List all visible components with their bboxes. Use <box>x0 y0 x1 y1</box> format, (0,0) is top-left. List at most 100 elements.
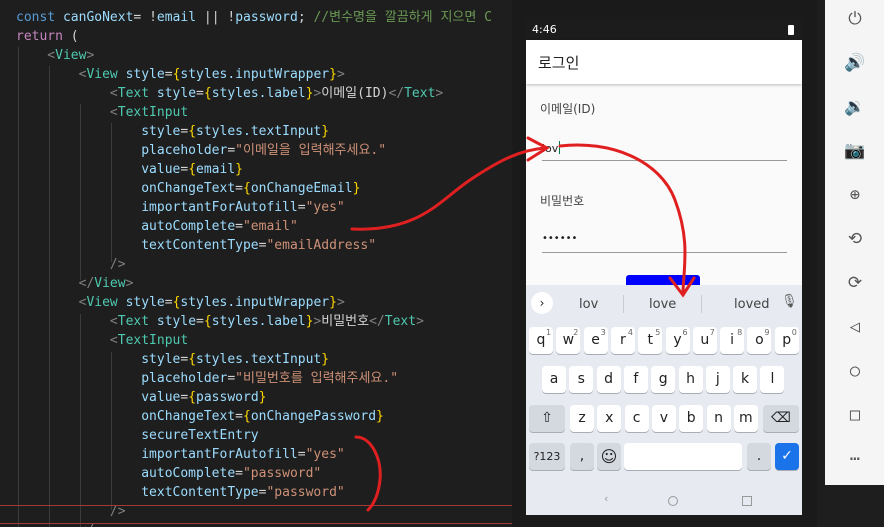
code-token: } <box>235 162 243 177</box>
code-token: "yes" <box>305 200 345 215</box>
volume-down-icon[interactable]: 🔉 <box>844 96 866 118</box>
suggestion-2[interactable]: love <box>649 297 676 312</box>
code-token: = <box>196 86 204 101</box>
key-x[interactable]: x <box>597 405 622 432</box>
code-token: = <box>235 409 243 424</box>
home-icon[interactable]: ○ <box>844 360 866 382</box>
code-token: } <box>258 390 267 405</box>
comma-key[interactable]: , <box>570 443 594 470</box>
code-token: { <box>242 181 251 196</box>
code-token: style <box>16 352 181 367</box>
code-token: style <box>117 67 165 82</box>
android-emulator: 4:46 로그인 이메일(ID) lov 비밀번호 •••••• › lov l… <box>512 0 817 527</box>
back-nav-icon[interactable]: ‹ <box>604 492 608 505</box>
key-c[interactable]: c <box>624 405 649 432</box>
space-key[interactable] <box>624 443 742 470</box>
key-j[interactable]: j <box>705 366 730 393</box>
key-f[interactable]: f <box>623 366 648 393</box>
code-token: { <box>188 352 197 367</box>
code-line: <View style={styles.inputWrapper}> <box>16 65 345 84</box>
key-number-hint: 6 <box>682 328 688 337</box>
code-line: <TextInput <box>16 103 188 122</box>
key-number-hint: 8 <box>737 328 743 337</box>
code-line: </View> <box>16 274 134 293</box>
code-token: value <box>16 390 181 405</box>
code-token: Text <box>404 86 436 101</box>
device-screen[interactable]: 4:46 로그인 이메일(ID) lov 비밀번호 •••••• › lov l… <box>526 20 802 515</box>
code-token: < <box>16 295 87 310</box>
volume-up-icon[interactable]: 🔊 <box>844 52 866 74</box>
code-editor[interactable]: const canGoNext= !email || !password; //… <box>0 0 520 527</box>
key-z[interactable]: z <box>570 405 594 432</box>
key-k[interactable]: k <box>733 366 758 393</box>
email-label: 이메일(ID) <box>540 102 596 116</box>
password-label: 비밀번호 <box>540 194 585 208</box>
code-token: ! <box>227 10 236 25</box>
page-title: 로그인 <box>538 54 580 72</box>
microphone-icon[interactable]: 🎙 <box>781 294 798 309</box>
code-token: ( <box>62 29 79 44</box>
back-icon[interactable]: ◁ <box>844 316 866 338</box>
backspace-key[interactable]: ⌫ <box>763 405 799 432</box>
code-token: placeholder <box>16 371 228 386</box>
code-token: //변수명을 깔끔하게 지으면 C <box>313 10 492 25</box>
key-l[interactable]: l <box>760 366 785 393</box>
code-token: = <box>235 219 243 234</box>
code-line: <View> <box>16 46 94 65</box>
zoom-icon[interactable]: ⊕ <box>844 184 866 206</box>
camera-icon[interactable]: 📷 <box>844 140 866 162</box>
code-token: styles.label <box>211 86 306 101</box>
key-s[interactable]: s <box>569 366 594 393</box>
code-token: canGoNext <box>62 10 134 25</box>
code-token: = <box>227 143 236 158</box>
home-nav-icon[interactable] <box>668 496 678 506</box>
key-n[interactable]: n <box>706 405 731 432</box>
key-a[interactable]: a <box>542 366 566 393</box>
code-token: Text <box>117 86 150 101</box>
code-token: onChangeText <box>16 409 236 424</box>
code-token: > <box>435 86 444 101</box>
key-m[interactable]: m <box>733 405 758 432</box>
code-line: onChangeText={onChangePassword} <box>16 407 384 426</box>
overview-icon[interactable]: □ <box>844 404 866 426</box>
code-token: { <box>203 86 212 101</box>
rotate-left-icon[interactable]: ⟲ <box>844 228 866 250</box>
key-h[interactable]: h <box>678 366 703 393</box>
more-icon[interactable]: ⋯ <box>844 448 866 470</box>
code-token: styles.textInput <box>196 124 322 139</box>
enter-key[interactable]: ✓ <box>775 443 799 470</box>
code-token: styles.inputWrapper <box>180 295 330 310</box>
code-line: <Text style={styles.label}>이메일(ID)</Text… <box>16 84 443 103</box>
period-key[interactable]: . <box>747 443 771 470</box>
code-token: = <box>133 10 150 25</box>
email-field[interactable]: lov <box>542 136 787 161</box>
code-line: placeholder="이메일을 입력해주세요." <box>16 141 386 160</box>
code-token: email <box>196 162 236 177</box>
code-token: = <box>196 314 204 329</box>
code-token: < <box>16 314 118 329</box>
power-icon[interactable]: ⏻ <box>844 8 866 30</box>
emoji-key[interactable]: ☺ <box>597 443 621 470</box>
code-token: style <box>149 86 197 101</box>
suggestion-1[interactable]: lov <box>579 297 598 312</box>
code-line: textContentType="password" <box>16 483 345 502</box>
recents-nav-icon[interactable] <box>742 496 752 506</box>
expand-suggestions-button[interactable]: › <box>531 292 553 314</box>
battery-icon <box>788 25 794 35</box>
code-line: </ <box>16 521 95 527</box>
key-b[interactable]: b <box>679 405 704 432</box>
error-marker-line <box>0 523 520 524</box>
key-g[interactable]: g <box>651 366 676 393</box>
code-line: <Text style={styles.label}>비밀번호</Text> <box>16 312 424 331</box>
rotate-right-icon[interactable]: ⟳ <box>844 272 866 294</box>
symbols-key[interactable]: ?123 <box>529 443 565 470</box>
shift-key[interactable]: ⇧ <box>529 405 565 432</box>
code-token: "yes" <box>305 447 345 462</box>
key-v[interactable]: v <box>651 405 676 432</box>
app-bar: 로그인 <box>526 40 802 84</box>
key-d[interactable]: d <box>596 366 621 393</box>
key-number-hint: 4 <box>627 328 633 337</box>
password-field[interactable]: •••••• <box>542 228 787 253</box>
suggestion-3[interactable]: loved <box>734 297 770 312</box>
emulator-toolbar: ⏻ 🔊 🔉 📷 ⊕ ⟲ ⟳ ◁ ○ □ ⋯ <box>825 0 884 485</box>
